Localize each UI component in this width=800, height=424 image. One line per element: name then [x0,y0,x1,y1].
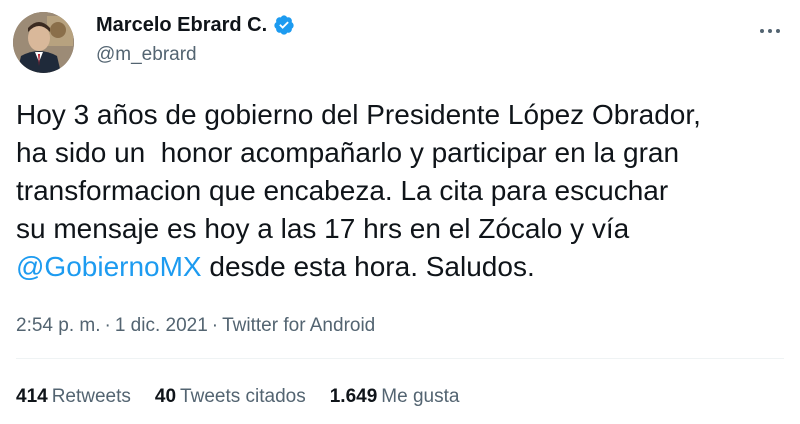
tweet-line-4: su mensaje es hoy a las 17 hrs en el Zóc… [16,213,630,244]
tweet-meta: 2:54 p. m. · 1 dic. 2021 · Twitter for Andro… [16,314,375,338]
tweet-time[interactable]: 2:54 p. m. [16,315,101,336]
avatar[interactable] [13,12,74,73]
likes-label: Me gusta [381,386,460,407]
tweet-line-2: ha sido un honor acompañarlo y participa… [16,137,680,168]
verified-badge-icon [274,15,294,35]
tweet-line-1: Hoy 3 años de gobierno del Presidente Ló… [16,99,701,130]
tweet-line-5-rest: desde esta hora. Saludos. [201,251,535,282]
author-handle[interactable]: @m_ebrard [96,42,295,68]
quote-tweets-label: Tweets citados [180,386,306,407]
quote-tweets-count: 40 [154,386,177,407]
author-block: Marcelo Ebrard C. @m_ebrard [96,12,295,68]
more-options-icon[interactable] [760,20,786,33]
retweets-stat[interactable]: 414 Retweets [16,385,131,409]
mention-link[interactable]: @GobiernoMX [16,251,202,282]
author-name[interactable]: Marcelo Ebrard C. [96,12,267,38]
likes-count: 1.649 [329,386,378,407]
retweets-count: 414 [16,386,48,407]
likes-stat[interactable]: 1.649 Me gusta [330,385,460,409]
divider [16,358,784,359]
tweet-date[interactable]: 1 dic. 2021 [115,315,208,336]
name-row: Marcelo Ebrard C. [96,12,295,38]
quote-tweets-stat[interactable]: 40 Tweets citados [155,385,306,409]
tweet-line-3: transformacion que encabeza. La cita par… [16,175,669,206]
profile-photo-icon [13,12,74,73]
tweet-text: Hoy 3 años de gobierno del Presidente Ló… [16,96,791,286]
retweets-label: Retweets [51,386,131,407]
meta-separator: · [211,315,219,336]
meta-separator: · [104,315,111,336]
tweet-stats: 414 Retweets 40 Tweets citados 1.649 Me gus… [16,385,459,409]
tweet-source[interactable]: Twitter for Android [222,315,375,336]
